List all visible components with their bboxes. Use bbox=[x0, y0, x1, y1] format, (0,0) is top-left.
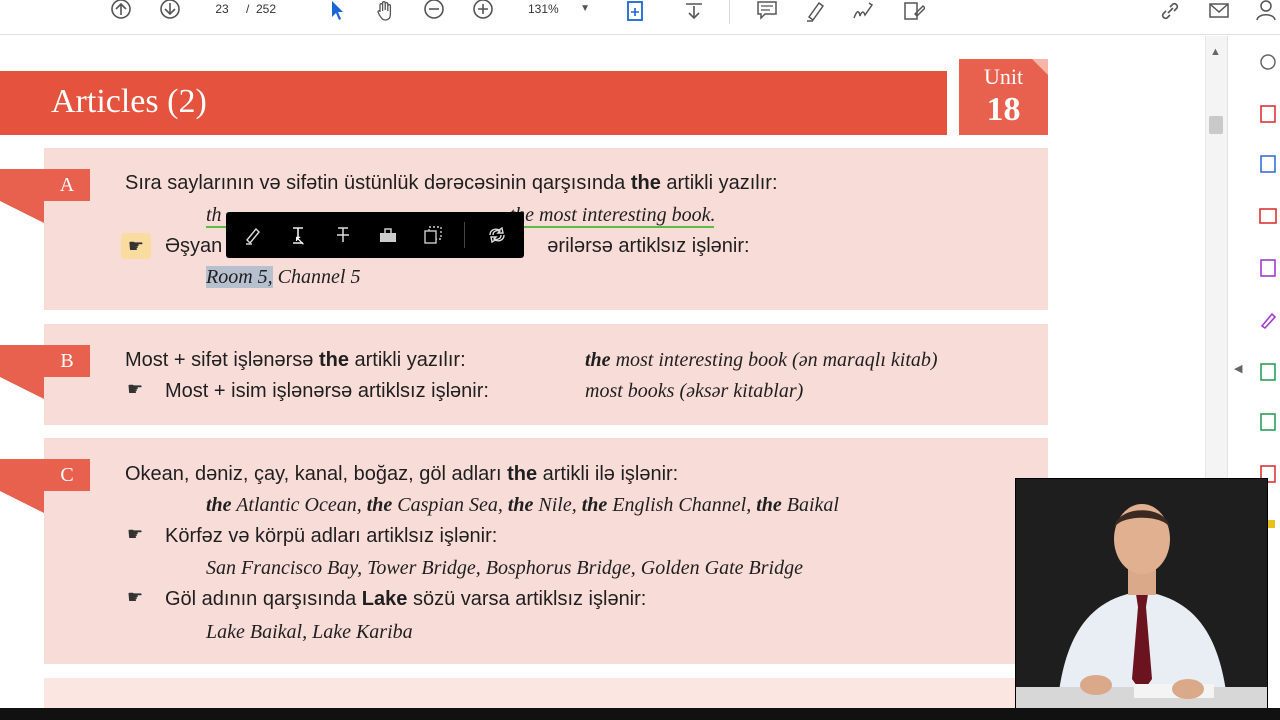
section-c-line-1[interactable]: Okean, dəniz, çay, kanal, boğaz, göl adl… bbox=[125, 463, 678, 486]
more-icon[interactable] bbox=[484, 222, 510, 248]
email-icon[interactable] bbox=[1205, 0, 1233, 22]
unit-badge: Unit 18 bbox=[959, 59, 1048, 135]
section-c-line-6[interactable]: Lake Baikal, Lake Kariba bbox=[206, 621, 413, 644]
section-a-line-1[interactable]: Sıra saylarının və sifətin üstünlük dərə… bbox=[125, 172, 778, 195]
section-b-line-2[interactable]: Most + isim işlənərsə artiklsız işlənir: bbox=[165, 380, 489, 403]
hand-tool-icon[interactable] bbox=[372, 0, 398, 22]
scroll-down-icon[interactable] bbox=[157, 0, 183, 22]
page-number-input[interactable]: 23 bbox=[200, 0, 244, 18]
scroll-up-icon[interactable] bbox=[108, 0, 134, 22]
unit-label: Unit bbox=[983, 64, 1024, 89]
pointing-hand-icon: ☛ bbox=[121, 233, 151, 259]
webcam-overlay bbox=[1015, 478, 1268, 720]
organize-pages-icon[interactable] bbox=[1258, 258, 1278, 278]
toolbar-divider bbox=[729, 0, 730, 24]
chevron-down-icon: ▼ bbox=[580, 3, 590, 14]
section-b-letter: B bbox=[60, 350, 74, 372]
section-b-example-1[interactable]: the most interesting book (ən maraqlı ki… bbox=[585, 349, 938, 372]
fill-sign-icon[interactable] bbox=[1258, 310, 1278, 330]
page-separator: / bbox=[246, 2, 250, 16]
pointing-hand-icon: ☛ bbox=[127, 587, 144, 607]
highlight-icon[interactable] bbox=[240, 222, 266, 248]
page-title: Articles (2) bbox=[51, 83, 207, 120]
section-c-line-5[interactable]: Göl adının qarşısında Lake sözü varsa ar… bbox=[165, 588, 646, 611]
unit-number: 18 bbox=[986, 91, 1021, 128]
download-icon[interactable] bbox=[681, 0, 707, 22]
mouse-cursor-icon: ↖ bbox=[294, 232, 306, 248]
section-a-line-4[interactable]: Room 5, Channel 5 bbox=[206, 266, 360, 289]
section-c-letter: C bbox=[60, 464, 74, 486]
presenter-video-icon bbox=[1016, 479, 1267, 719]
optimize-icon[interactable] bbox=[1258, 412, 1278, 432]
bottom-bar bbox=[0, 708, 1280, 720]
toolbar-divider bbox=[464, 222, 465, 248]
section-b-line-1[interactable]: Most + sifət işlənərsə the artikli yazıl… bbox=[125, 349, 466, 372]
protect-icon[interactable] bbox=[1258, 362, 1278, 382]
link-icon[interactable] bbox=[1155, 0, 1185, 22]
edit-pdf-icon[interactable] bbox=[900, 0, 928, 22]
zoom-value: 131% bbox=[528, 2, 559, 16]
copy-icon[interactable] bbox=[420, 222, 446, 248]
pointing-hand-icon: ☛ bbox=[127, 379, 144, 399]
zoom-out-icon[interactable] bbox=[421, 0, 447, 22]
selected-text[interactable]: Room 5, bbox=[206, 266, 273, 288]
scrollbar-thumb[interactable] bbox=[1209, 116, 1223, 134]
section-b bbox=[44, 324, 1048, 425]
scroll-up-arrow-icon[interactable]: ▲ bbox=[1210, 46, 1221, 58]
collapse-panel-icon[interactable]: ◀ bbox=[1234, 362, 1242, 375]
zoom-in-icon[interactable] bbox=[470, 0, 496, 22]
strikethrough-icon[interactable] bbox=[330, 222, 356, 248]
section-b-example-2[interactable]: most books (əksər kitablar) bbox=[585, 380, 803, 403]
section-c-line-2[interactable]: the Atlantic Ocean, the Caspian Sea, the… bbox=[206, 494, 839, 517]
create-pdf-icon[interactable] bbox=[1258, 104, 1278, 124]
section-a-flag: A bbox=[0, 169, 90, 223]
page-total: 252 bbox=[256, 2, 277, 16]
account-icon[interactable] bbox=[1252, 0, 1280, 22]
export-pdf-icon[interactable] bbox=[1258, 52, 1278, 72]
section-c-line-3[interactable]: Körfəz və körpü adları artiklsız işlənir… bbox=[165, 525, 497, 548]
comment-icon[interactable] bbox=[754, 0, 780, 22]
pointing-hand-icon: ☛ bbox=[127, 524, 144, 544]
top-toolbar: 23 / 252 131% ▼ bbox=[0, 0, 1280, 35]
combine-files-icon[interactable] bbox=[1258, 206, 1278, 226]
zoom-select[interactable]: 131% ▼ bbox=[520, 0, 590, 18]
section-a-letter: A bbox=[59, 174, 75, 196]
section-b-flag: B bbox=[0, 345, 90, 399]
section-c-line-4[interactable]: San Francisco Bay, Tower Bridge, Bosphor… bbox=[206, 557, 803, 580]
fit-page-icon[interactable] bbox=[618, 0, 654, 22]
pdf-viewer-window: { "toolbar": { "page_current": "23", "pa… bbox=[0, 0, 1280, 720]
edit-pdf-icon[interactable] bbox=[1258, 154, 1278, 174]
redact-icon[interactable] bbox=[375, 222, 401, 248]
text-selection-toolbar bbox=[226, 212, 524, 258]
signature-icon[interactable] bbox=[850, 0, 876, 22]
section-c-flag: C bbox=[0, 459, 90, 513]
select-cursor-icon[interactable] bbox=[324, 0, 348, 22]
title-banner: Articles (2) bbox=[0, 71, 947, 135]
highlight-pen-icon[interactable] bbox=[802, 0, 828, 22]
